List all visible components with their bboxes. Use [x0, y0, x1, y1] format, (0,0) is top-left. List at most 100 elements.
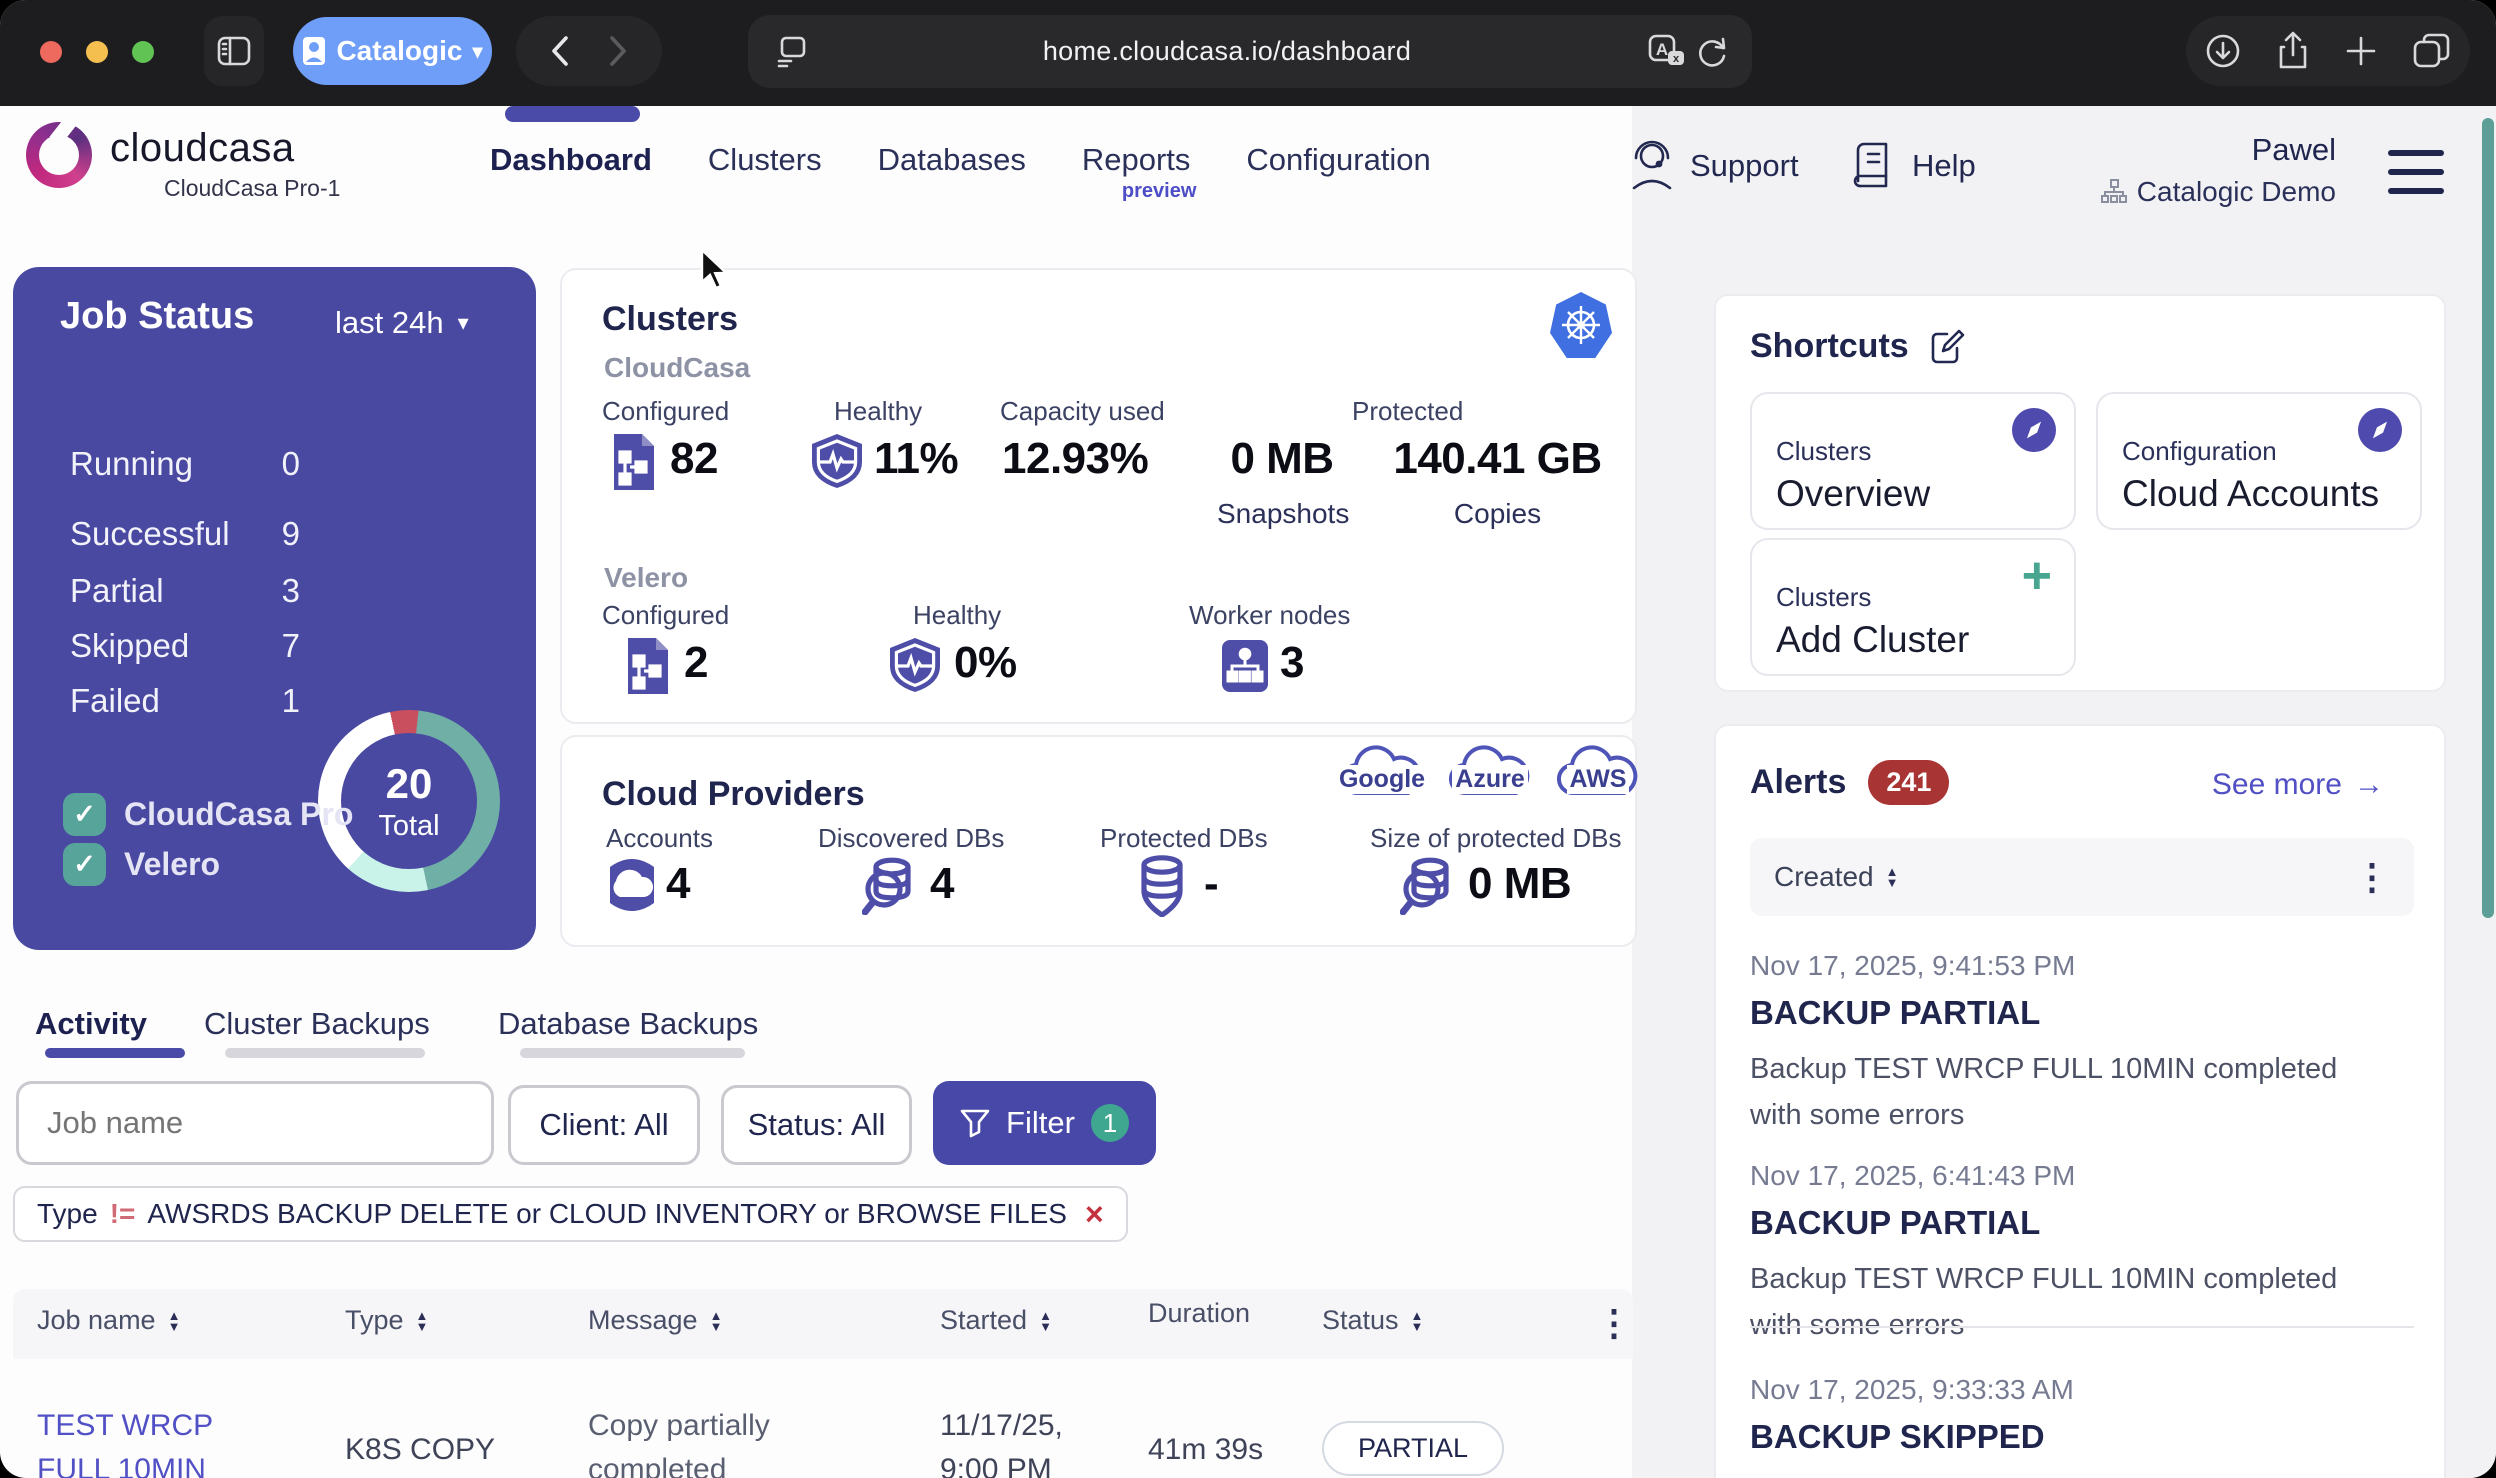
- sort-icon[interactable]: ▲▼: [1886, 866, 1899, 888]
- azure-cloud-icon: Azure: [1445, 745, 1535, 794]
- shortcut-add-cluster[interactable]: + Clusters Add Cluster: [1750, 538, 2076, 676]
- help-book-icon: [1852, 140, 1896, 192]
- alert-item[interactable]: Nov 17, 2025, 9:33:33 AM BACKUP SKIPPED …: [1750, 1374, 2430, 1478]
- status-filter-button[interactable]: Status: All: [721, 1085, 912, 1165]
- maximize-window-button[interactable]: [132, 41, 154, 63]
- type-cell: K8S COPY: [345, 1428, 495, 1472]
- sidebar-icon: [217, 36, 251, 66]
- nav-reports[interactable]: Reports preview: [1082, 142, 1191, 178]
- velero-section-label: Velero: [604, 562, 688, 594]
- alerts-menu-kebab-icon[interactable]: ⋮: [2354, 856, 2390, 898]
- protected-label: Protected: [1352, 396, 1463, 427]
- cloud-providers-title: Cloud Providers: [602, 775, 865, 814]
- browser-profile-button[interactable]: Catalogic ▾: [293, 17, 492, 85]
- cloudcasa-logo-icon[interactable]: [26, 122, 92, 188]
- not-equal-operator: !=: [110, 1198, 136, 1230]
- tab-overview-button[interactable]: [2412, 32, 2452, 70]
- google-cloud-icon: Google: [1337, 745, 1427, 794]
- time-range-selector[interactable]: last 24h▾: [335, 305, 469, 341]
- tab-cluster-backups[interactable]: Cluster Backups: [204, 1006, 430, 1042]
- accounts-value: 4: [666, 859, 690, 909]
- forward-button[interactable]: [608, 35, 628, 67]
- minimize-window-button[interactable]: [86, 41, 108, 63]
- alert-item[interactable]: Nov 17, 2025, 6:41:43 PM BACKUP PARTIAL …: [1750, 1160, 2390, 1348]
- page-scrollbar[interactable]: [2482, 118, 2494, 918]
- hamburger-menu-button[interactable]: [2388, 150, 2444, 194]
- close-window-button[interactable]: [40, 41, 62, 63]
- velero-configured-label: Configured: [602, 600, 729, 631]
- engine-toggle-velero[interactable]: ✓ Velero: [63, 843, 220, 886]
- main-nav: Dashboard Clusters Databases Reports pre…: [490, 142, 1431, 178]
- stat-failed: Failed1: [70, 682, 300, 720]
- status-badge: PARTIAL: [1322, 1421, 1504, 1476]
- reload-icon[interactable]: [1694, 34, 1730, 70]
- logo-block[interactable]: cloudcasa CloudCasa Pro-1: [110, 126, 340, 202]
- check-icon: ✓: [63, 843, 106, 886]
- nav-clusters[interactable]: Clusters: [708, 142, 822, 178]
- filter-button[interactable]: Filter 1: [933, 1081, 1156, 1165]
- user-menu[interactable]: Pawel Catalogic Demo: [2060, 132, 2336, 208]
- shortcuts-card: Shortcuts Clusters Overview Configuratio…: [1714, 294, 2446, 692]
- reader-view-icon[interactable]: [774, 34, 808, 70]
- nav-databases[interactable]: Databases: [878, 142, 1026, 178]
- alerts-count-badge: 241: [1868, 760, 1949, 805]
- mouse-cursor: [700, 248, 734, 292]
- alerts-title: Alerts: [1750, 763, 1846, 802]
- worker-nodes-label: Worker nodes: [1189, 600, 1350, 631]
- support-button[interactable]: Support: [1628, 140, 1799, 192]
- configured-value: 82: [670, 434, 718, 484]
- new-tab-button[interactable]: [2344, 34, 2378, 68]
- funnel-icon: [960, 1108, 990, 1138]
- column-header-job-name[interactable]: Job name▲▼: [37, 1305, 180, 1336]
- column-header-duration[interactable]: Duration: [1148, 1298, 1250, 1329]
- capacity-used-label: Capacity used: [1000, 396, 1165, 427]
- translate-icon[interactable]: A x: [1646, 33, 1686, 71]
- engine-toggle-cloudcasa-pro[interactable]: ✓ CloudCasa Pro: [63, 793, 353, 836]
- worker-nodes-icon: [1220, 638, 1270, 694]
- sort-created[interactable]: Created: [1774, 861, 1874, 893]
- filter-chip[interactable]: Type != AWSRDS BACKUP DELETE or CLOUD IN…: [13, 1186, 1128, 1242]
- filter-count-badge: 1: [1091, 1104, 1129, 1142]
- job-name-link[interactable]: TEST WRCP FULL 10MIN: [37, 1404, 277, 1478]
- sidebar-toggle-button[interactable]: [204, 16, 264, 86]
- chip-close-icon[interactable]: ×: [1085, 1196, 1104, 1233]
- column-header-type[interactable]: Type▲▼: [345, 1305, 428, 1336]
- provider-icons-group: Google Azure AWS: [1337, 745, 1643, 794]
- see-more-link[interactable]: See more→: [2212, 768, 2384, 802]
- table-menu-kebab-icon[interactable]: ⋮: [1596, 1302, 1632, 1344]
- column-header-started[interactable]: Started▲▼: [940, 1305, 1052, 1336]
- divider: [1750, 1326, 2414, 1328]
- accounts-label: Accounts: [606, 823, 713, 854]
- active-nav-indicator: [505, 106, 640, 122]
- toolbar-actions-group: [2186, 16, 2470, 86]
- job-name-input[interactable]: [16, 1081, 494, 1165]
- user-name: Pawel: [2060, 132, 2336, 168]
- size-protected-dbs-value: 0 MB: [1468, 859, 1571, 909]
- downloads-button[interactable]: [2204, 32, 2242, 70]
- shortcut-clusters-overview[interactable]: Clusters Overview: [1750, 392, 2076, 530]
- nav-dashboard[interactable]: Dashboard: [490, 142, 652, 178]
- clusters-card: Clusters CloudCasa Configured Healthy Ca…: [560, 268, 1637, 724]
- client-filter-button[interactable]: Client: All: [508, 1085, 700, 1165]
- edit-shortcuts-icon[interactable]: [1927, 326, 1967, 366]
- alerts-card: Alerts 241 See more→ Created ▲▼ ⋮ Nov 17…: [1714, 724, 2446, 1478]
- copies-value: 140.41 GB: [1390, 434, 1605, 484]
- shortcut-cloud-accounts[interactable]: Configuration Cloud Accounts: [2096, 392, 2422, 530]
- alerts-sort-bar: Created ▲▼ ⋮: [1750, 838, 2414, 916]
- tab-database-backups[interactable]: Database Backups: [498, 1006, 758, 1042]
- chevron-down-icon: ▾: [458, 310, 469, 336]
- help-button[interactable]: Help: [1852, 140, 1976, 192]
- tab-activity[interactable]: Activity: [35, 1006, 147, 1042]
- column-header-message[interactable]: Message▲▼: [588, 1305, 722, 1336]
- alert-item[interactable]: Nov 17, 2025, 9:41:53 PM BACKUP PARTIAL …: [1750, 950, 2390, 1138]
- copies-label: Copies: [1390, 498, 1605, 530]
- share-button[interactable]: [2276, 31, 2310, 71]
- healthy-label: Healthy: [834, 396, 922, 427]
- column-header-status[interactable]: Status▲▼: [1322, 1305, 1423, 1336]
- size-protected-dbs-icon: [1400, 855, 1456, 915]
- nav-configuration[interactable]: Configuration: [1246, 142, 1430, 178]
- back-button[interactable]: [550, 35, 570, 67]
- address-bar[interactable]: home.cloudcasa.io/dashboard A x: [748, 15, 1752, 88]
- donut-total-label: Total: [378, 810, 439, 843]
- logo-title: cloudcasa: [110, 126, 340, 171]
